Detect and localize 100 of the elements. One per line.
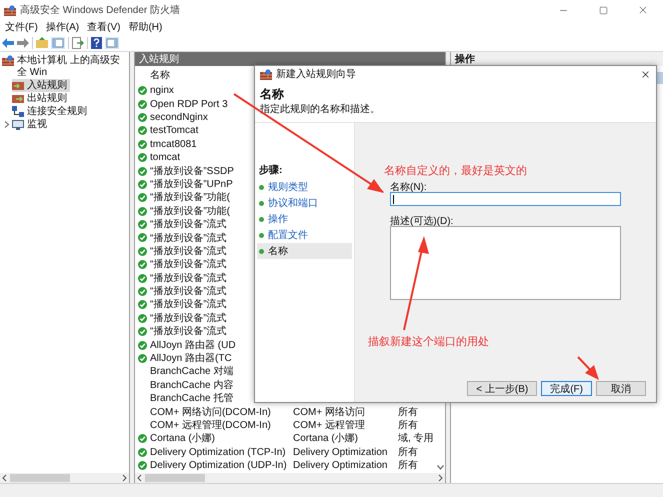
rule-name: tomcat: [150, 151, 180, 166]
rule-profile: 所有: [398, 458, 418, 473]
rule-name: “播放到设备”SSDP: [150, 164, 234, 178]
menu-item[interactable]: 查看(V): [84, 20, 124, 34]
rule-name: “播放到设备”流式: [150, 324, 227, 340]
description-field[interactable]: [390, 226, 621, 300]
rule-profile: 所有: [398, 406, 418, 420]
forward-arrow-icon[interactable]: [17, 38, 29, 48]
window-title: 高级安全 Windows Defender 防火墙: [20, 4, 180, 18]
export-list-icon[interactable]: [72, 36, 84, 48]
chevron-left-icon[interactable]: [136, 474, 144, 482]
annotation-text: 名称自定义的，最好是英文的: [384, 164, 528, 177]
menu-item[interactable]: 操作(A): [42, 20, 82, 34]
step-bullet-icon: [259, 248, 264, 254]
field-label: 名称(N):: [390, 181, 428, 192]
rule-name: BranchCache 托管: [150, 392, 234, 406]
rule-name: “播放到设备”流式: [150, 272, 227, 286]
menu-item[interactable]: 帮助(H): [125, 20, 166, 34]
firewall-icon: [260, 69, 272, 80]
expand-chevron-icon[interactable]: [4, 121, 10, 128]
step-item[interactable]: 配置文件: [257, 227, 352, 243]
rule-group: Cortana (小娜): [293, 431, 358, 446]
rule-name: Cortana (小娜): [150, 432, 216, 446]
rule-name: “播放到设备”流式: [150, 284, 227, 298]
step-item[interactable]: 操作: [257, 211, 352, 227]
tree-item[interactable]: 连接安全规则: [12, 105, 90, 118]
firewall-app-icon: [4, 4, 16, 16]
step-bullet-icon: [259, 200, 264, 206]
chevron-right-icon[interactable]: [120, 474, 128, 482]
annotation-arrow: [577, 356, 599, 380]
console-tree-icon[interactable]: [51, 36, 65, 48]
firewall-icon: [2, 55, 14, 66]
menu-item[interactable]: 文件(F): [2, 20, 41, 34]
folder-up-icon[interactable]: [36, 37, 48, 48]
monitor-icon: [12, 120, 24, 130]
step-bullet-icon: [259, 232, 264, 238]
rule-name: nginx: [150, 84, 174, 98]
close-icon[interactable]: [637, 4, 649, 16]
chevron-left-icon[interactable]: [1, 474, 9, 482]
field-label: 描述(可选)(D):: [390, 214, 454, 226]
rule-name: testTomcat: [150, 124, 198, 138]
back-arrow-icon[interactable]: [2, 38, 14, 48]
rule-name: “播放到设备”流式: [150, 298, 227, 312]
rule-name: “播放到设备”流式: [150, 258, 227, 272]
rule-name: “播放到设备”流式: [150, 312, 227, 326]
rule-name: COM+ 网络访问(DCOM-In): [150, 406, 271, 420]
rule-name: secondNginx: [150, 110, 208, 125]
tree-item[interactable]: 出站规则: [12, 92, 70, 105]
maximize-icon[interactable]: [598, 6, 608, 14]
rule-name: AllJoyn 路由器(TC: [150, 352, 232, 366]
page-heading: 名称: [260, 86, 285, 102]
rule-group: Delivery Optimization: [293, 458, 388, 473]
rule-name: “播放到设备”流式: [150, 232, 227, 246]
rule-name: Open RDP Port 3: [150, 98, 228, 112]
rule-profile: 所有: [398, 418, 418, 432]
connection-rules-icon: [12, 106, 24, 117]
rule-name: “播放到设备”流式: [150, 218, 227, 232]
horizontal-scrollbar[interactable]: [0, 473, 129, 483]
scroll-down-icon[interactable]: [437, 465, 444, 470]
column-header[interactable]: 名称: [138, 68, 170, 82]
rule-name: BranchCache 内容: [150, 378, 234, 392]
tree-root-label[interactable]: 本地计算机 上的高级安全 Win: [17, 55, 129, 79]
pane-header: 入站规则: [135, 52, 445, 66]
chevron-right-icon[interactable]: [436, 474, 444, 482]
rule-name: “播放到设备”UPnP: [150, 178, 233, 192]
horizontal-scrollbar[interactable]: [135, 473, 445, 483]
rule-name: COM+ 远程管理(DCOM-In): [150, 418, 271, 432]
inbound-rules-icon: [12, 80, 24, 90]
annotation-text: 描叙新建这个端口的用处: [368, 334, 490, 348]
rule-name: tmcat8081: [150, 138, 197, 152]
rule-name: “播放到设备”功能(: [150, 190, 230, 206]
step-item[interactable]: 协议和端口: [257, 195, 352, 211]
pane-header: 操作: [451, 52, 663, 66]
step-bullet-icon: [259, 184, 264, 190]
step-bullet-icon: [259, 216, 264, 222]
dialog-button[interactable]: 完成(F): [541, 381, 592, 396]
rule-group: COM+ 远程管理: [293, 418, 365, 433]
scroll-thumb[interactable]: [10, 474, 70, 482]
tree-item[interactable]: 入站规则: [12, 79, 70, 92]
rule-name: “播放到设备”功能(: [150, 204, 230, 218]
rule-name: “播放到设备”流式: [150, 244, 227, 258]
step-item[interactable]: 名称: [257, 243, 352, 259]
scroll-thumb[interactable]: [145, 474, 205, 482]
help-icon[interactable]: [91, 36, 102, 48]
page-subtitle: 指定此规则的名称和描述。: [260, 103, 381, 117]
dialog-button[interactable]: 取消: [596, 381, 646, 396]
rule-profile: 所有: [398, 446, 418, 460]
rule-name: BranchCache 对端: [150, 364, 234, 380]
rule-name: Delivery Optimization (TCP-In): [150, 446, 286, 460]
rule-group: Delivery Optimization: [293, 444, 388, 460]
tree-item[interactable]: 监视: [12, 118, 50, 131]
action-pane-icon[interactable]: [105, 36, 119, 48]
rule-name: AllJoyn 路由器 (UD: [150, 338, 236, 352]
rule-group: COM+ 网络访问: [293, 404, 365, 420]
name-field[interactable]: [390, 192, 621, 206]
dialog-title: 新建入站规则向导: [276, 68, 356, 82]
close-icon[interactable]: [640, 69, 650, 80]
dialog-button[interactable]: < 上一步(B): [467, 381, 538, 396]
text-caret: [393, 194, 394, 204]
step-item[interactable]: 规则类型: [257, 179, 352, 195]
